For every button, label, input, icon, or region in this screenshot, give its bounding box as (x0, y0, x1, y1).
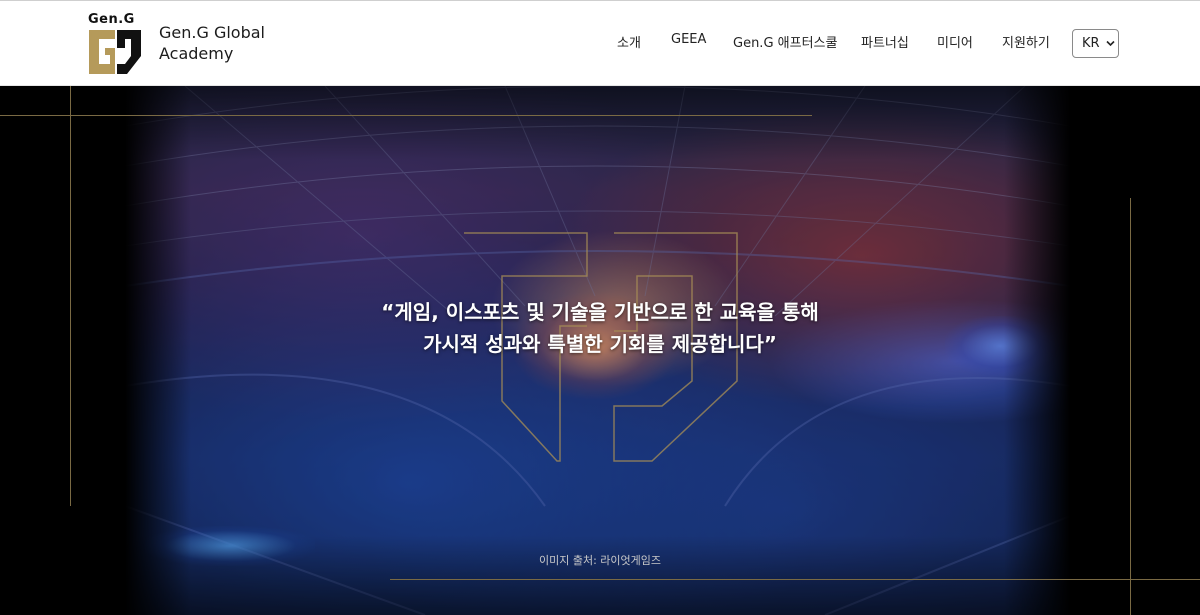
nav-item-apply[interactable]: 지원하기 (1002, 32, 1050, 51)
hero-quote: “게임, 이스포츠 및 기술을 기반으로 한 교육을 통해 가시적 성과와 특별… (0, 296, 1200, 360)
image-credit: 이미지 출처: 라이엇게임즈 (538, 554, 662, 567)
hero-banner: “게임, 이스포츠 및 기술을 기반으로 한 교육을 통해 가시적 성과와 특별… (0, 86, 1200, 615)
nav-item-after-school[interactable]: Gen.G 애프터스쿨 (733, 32, 837, 51)
language-select-value: KR (1082, 36, 1100, 51)
nav-item-partnership[interactable]: 파트너십 (861, 32, 909, 51)
hero-quote-line2: 가시적 성과와 특별한 기회를 제공합니다” (423, 332, 777, 356)
hero-quote-line1: “게임, 이스포츠 및 기술을 기반으로 한 교육을 통해 (381, 300, 819, 324)
nav-item-media[interactable]: 미디어 (937, 32, 973, 51)
chevron-down-icon (1106, 40, 1115, 47)
language-select[interactable]: KR (1072, 29, 1119, 58)
gold-frame-line-top (0, 115, 812, 116)
site-header: Gen.G Gen.G Global Academy 소개 GEEA Gen.G… (0, 0, 1200, 86)
nav-item-geea[interactable]: GEEA (671, 32, 706, 47)
nav-item-about[interactable]: 소개 (617, 32, 641, 51)
main-nav: 소개 GEEA Gen.G 애프터스쿨 파트너십 미디어 지원하기 (0, 32, 1200, 56)
gold-frame-line-bottom (390, 579, 1200, 580)
